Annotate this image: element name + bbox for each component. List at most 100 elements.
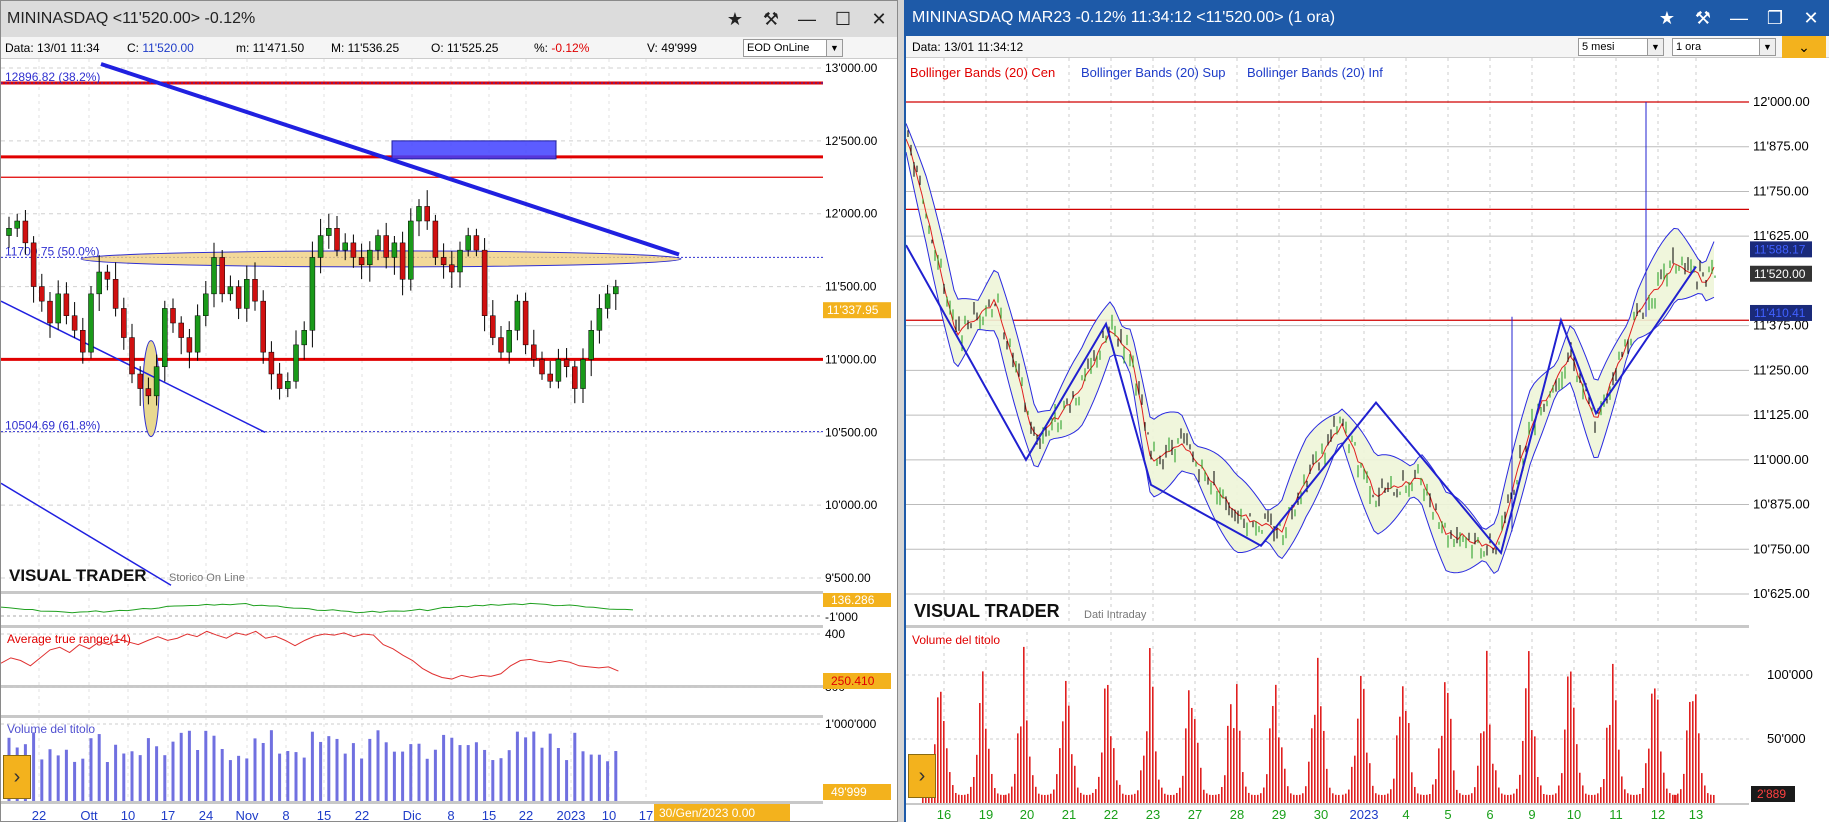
volume-bar [1026, 720, 1028, 803]
volume-bar [1689, 701, 1691, 803]
volume-bar [335, 738, 339, 801]
date-label: 10 [121, 808, 135, 822]
volume-bar [286, 751, 290, 801]
candle-body [572, 366, 578, 389]
minimize-icon[interactable]: — [1721, 0, 1757, 36]
volume-bar [1666, 788, 1668, 803]
volume-bar [146, 738, 150, 801]
date-label: 20 [1020, 807, 1034, 822]
volume-bar [1311, 728, 1313, 803]
volume-bar [351, 743, 355, 801]
maximize-icon[interactable]: ☐ [825, 1, 861, 37]
candle-body [391, 242, 398, 258]
date-label: 10 [1567, 807, 1581, 822]
star-icon[interactable]: ★ [717, 1, 753, 37]
timeframe-select[interactable]: 1 ora ▼ [1672, 38, 1776, 56]
scroll-left-button[interactable]: › [3, 755, 31, 799]
close-icon[interactable]: ✕ [1793, 0, 1829, 36]
candle-body [96, 271, 102, 295]
left-titlebar[interactable]: MININASDAQ <11'520.00> -0.12% ★ ⚒ — ☐ ✕ [1, 1, 897, 37]
volume-bar [212, 735, 216, 801]
volume-bar [360, 758, 364, 801]
volume-bar [1185, 728, 1187, 803]
volume-bar [1573, 707, 1575, 803]
volume-bar [988, 748, 990, 803]
volume-bar [1534, 736, 1536, 803]
volume-bar [1032, 775, 1034, 803]
atr-tick: 400 [825, 627, 845, 641]
star-icon[interactable]: ★ [1649, 0, 1685, 36]
volume-bar [1528, 651, 1530, 803]
date-label: 19 [979, 807, 993, 822]
volume-bar [1086, 794, 1088, 803]
volume-bar [1384, 794, 1386, 803]
candle-body [342, 242, 348, 251]
period-select[interactable]: 5 mesi ▼ [1578, 38, 1664, 56]
price-tick-label: 10'875.00 [1753, 497, 1810, 512]
scroll-left-button[interactable]: › [908, 754, 936, 798]
watermark-sub: Dati Intraday [1084, 609, 1147, 621]
volume-bar [1239, 730, 1241, 803]
volume-bar [1450, 718, 1452, 803]
volume-bar [1654, 688, 1656, 803]
volume-bar [1366, 752, 1368, 803]
date-label: 22 [32, 808, 46, 822]
watermark-logo: VISUAL TRADER [914, 601, 1060, 621]
legend-item: Bollinger Bands (20) Inf [1247, 65, 1383, 80]
right-chart-area[interactable]: 12'000.0011'875.0011'750.0011'625.0011'3… [906, 58, 1829, 822]
volume-bar [122, 753, 126, 801]
price-badge-text: 11'520.00 [1754, 267, 1806, 281]
volume-bar [1429, 794, 1431, 803]
timeframe-select-value: 1 ora [1676, 41, 1702, 53]
date-label: 13 [1689, 807, 1703, 822]
dropdown-icon[interactable]: ▼ [826, 40, 842, 56]
volume-bar [1077, 787, 1079, 803]
volume-bar [1695, 694, 1697, 803]
hammer-icon[interactable]: ⚒ [1685, 0, 1721, 36]
volume-bar [970, 786, 972, 803]
candle-body [350, 242, 357, 258]
candle-body [145, 388, 152, 397]
candle-body [375, 235, 381, 251]
collapse-icon[interactable]: ⌄ [1782, 36, 1826, 58]
candle-body [498, 337, 504, 353]
volume-tick: 50'000 [1767, 731, 1806, 746]
info-date: Data: 13/01 11:34:12 [912, 39, 1024, 54]
volume-bar [1233, 728, 1235, 803]
date-label: 21 [1062, 807, 1076, 822]
date-label: 17 [639, 808, 653, 822]
hammer-icon[interactable]: ⚒ [753, 1, 789, 37]
date-label: 30 [1314, 807, 1328, 822]
volume-bar [991, 773, 993, 803]
fib-label: 10504.69 (61.8%) [5, 419, 100, 433]
watermark-logo: VISUAL TRADER [9, 566, 147, 585]
candle-body [104, 271, 111, 280]
date-label: 23 [1146, 807, 1160, 822]
dropdown-icon[interactable]: ▼ [1759, 39, 1775, 55]
volume-bar [1179, 787, 1181, 803]
date-label: 22 [519, 808, 533, 822]
volume-bar [1218, 794, 1220, 803]
volume-bar [1338, 794, 1340, 803]
close-icon[interactable]: ✕ [861, 1, 897, 37]
feed-select[interactable]: EOD OnLine ▼ [743, 39, 843, 57]
right-titlebar[interactable]: MININASDAQ MAR23 -0.12% 11:34:12 <11'520… [906, 0, 1829, 36]
restore-icon[interactable]: ❐ [1757, 0, 1793, 36]
volume-bar [1056, 774, 1058, 803]
dropdown-icon[interactable]: ▼ [1647, 39, 1663, 55]
candle-body [227, 286, 234, 295]
left-chart-area[interactable]: 13'000.00 12'500.00 12'000.00 11'500.00 11'0… [1, 59, 898, 822]
volume-bar [130, 751, 134, 801]
minimize-icon[interactable]: — [789, 1, 825, 37]
volume-bar [1182, 775, 1184, 803]
volume-bar [1299, 794, 1301, 803]
candle-body [531, 344, 537, 360]
volume-bar [1308, 761, 1310, 803]
volume-bar [1062, 721, 1064, 803]
volume-bar [1173, 794, 1175, 803]
volume-bar [499, 758, 503, 801]
volume-bar [1296, 794, 1298, 803]
volume-bar [1041, 794, 1043, 803]
candle-body [383, 235, 389, 258]
volume-bar [81, 758, 85, 801]
